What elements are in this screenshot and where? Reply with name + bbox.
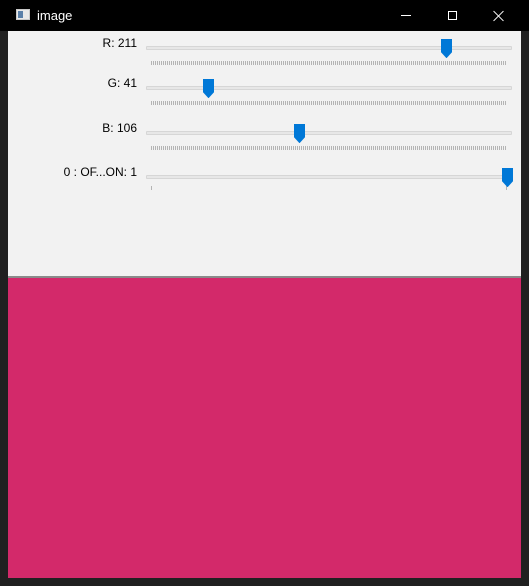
minimize-icon <box>401 15 411 16</box>
trackbar-blue: B: 106 <box>8 121 521 155</box>
close-button[interactable] <box>475 0 521 31</box>
slider-thumb-green[interactable] <box>203 79 215 98</box>
trackbar-green: G: 41 <box>8 76 521 110</box>
slider-track-green[interactable] <box>146 86 512 90</box>
tick-marks-blue <box>151 146 507 150</box>
slider-track-red[interactable] <box>146 46 512 50</box>
maximize-icon <box>447 11 457 20</box>
slider-thumb-switch[interactable] <box>502 168 513 187</box>
trackbar-switch: 0 : OF...ON: 1 <box>8 165 521 199</box>
trackbar-label-red: R: 211 <box>102 36 137 50</box>
trackbar-label-switch: 0 : OF...ON: 1 <box>63 165 137 179</box>
trackbar-panel: R: 211 G: 41 B: 106 0 : OF...ON: 1 <box>8 31 521 276</box>
color-preview <box>8 278 521 578</box>
maximize-button[interactable] <box>429 0 475 31</box>
slider-track-blue[interactable] <box>146 131 512 135</box>
window-title: image <box>37 8 73 23</box>
slider-thumb-red[interactable] <box>440 39 452 58</box>
trackbar-red: R: 211 <box>8 36 521 70</box>
tick-marks-red <box>151 61 507 65</box>
close-icon <box>492 10 504 22</box>
trackbar-label-blue: B: 106 <box>102 121 137 135</box>
slider-track-switch[interactable] <box>146 175 512 179</box>
trackbar-label-green: G: 41 <box>107 76 137 90</box>
app-window-icon <box>16 9 30 20</box>
tick-marks-green <box>151 101 507 105</box>
title-bar[interactable]: image <box>0 0 529 31</box>
minimize-button[interactable] <box>383 0 429 31</box>
slider-thumb-blue[interactable] <box>293 124 305 143</box>
app-window: image R: 211 G: 41 B: 106 0: OF...ON: 1 <box>0 0 529 586</box>
tick-mark-switch-min <box>151 186 152 190</box>
